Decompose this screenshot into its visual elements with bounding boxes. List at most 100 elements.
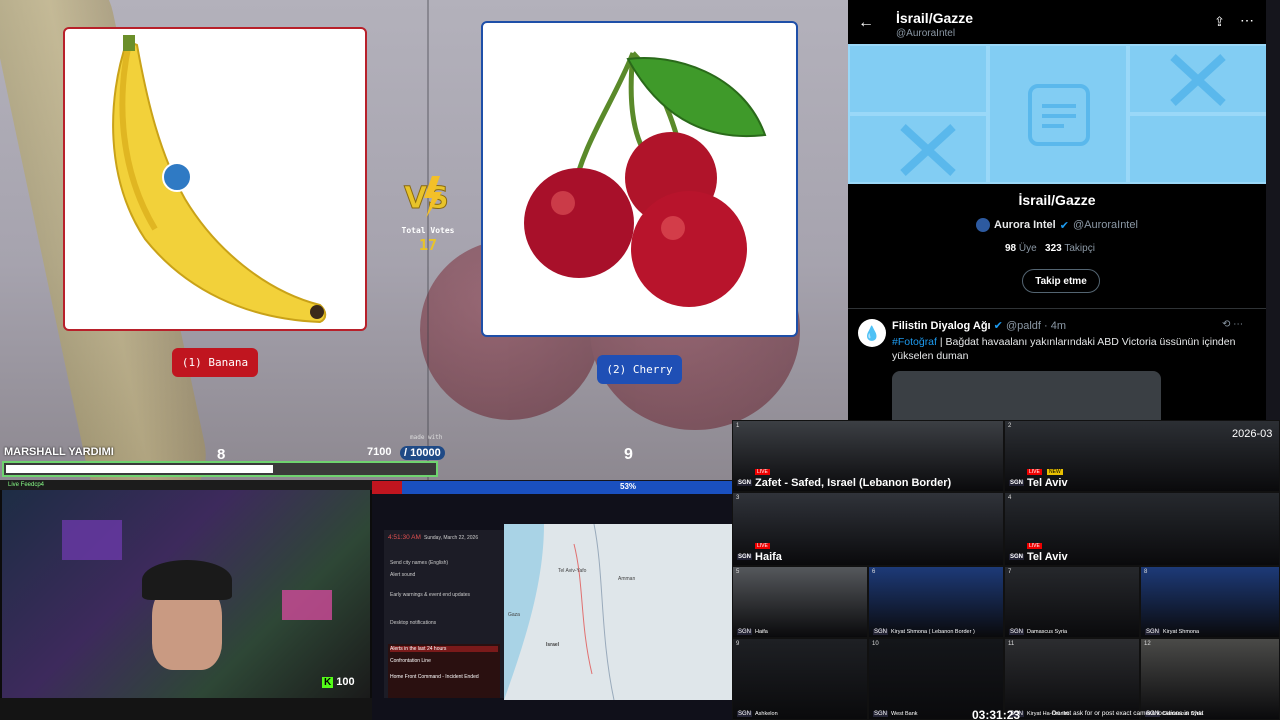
alerts-list: Alerts in the last 24 hours Confrontatio…: [388, 644, 500, 698]
followers-count: 323: [1045, 243, 1062, 254]
alert-map[interactable]: Tel Aviv-Yafo Amman Israel Gaza: [504, 523, 732, 701]
back-arrow-icon[interactable]: ←: [858, 14, 874, 32]
alert-time: 4:51:30 AM: [388, 534, 421, 541]
total-votes-count: 17: [418, 236, 438, 254]
camera-caption: SGN Haifa: [737, 629, 768, 635]
monitor: [282, 590, 332, 620]
banana-image: [112, 35, 327, 324]
camera-cell[interactable]: 7 SGN Damascus Syria: [1004, 566, 1140, 638]
tweet-body: | Bağdat havaalanı yakınlarındaki ABD Vi…: [892, 336, 1236, 362]
camera-number: 3: [736, 495, 740, 501]
members-label: Üye: [1018, 243, 1037, 254]
live-badge: LIVE: [1027, 469, 1042, 475]
camera-location: Haifa: [755, 629, 768, 635]
map-city-label: Gaza: [508, 612, 520, 618]
camera-cell[interactable]: 8 SGN Kiryat Shmona: [1140, 566, 1280, 638]
document-icon: [1028, 84, 1090, 146]
tweet-author-name: Filistin Diyalog Ağı: [892, 320, 991, 332]
setting-desktop-notifications[interactable]: Desktop notifications: [390, 620, 498, 630]
alert-item[interactable]: Home Front Command - Incident Ended: [390, 674, 479, 680]
player-controls[interactable]: [0, 698, 372, 720]
sgn-logo: SGN: [1009, 629, 1025, 635]
camera-grid: 1 SGN Zafet - Safed, Israel (Lebanon Borde…: [732, 420, 1280, 720]
webcam-title: Live Feedcp4: [0, 480, 372, 490]
camera-cell[interactable]: 12 SGN Damascus Syria: [1140, 638, 1280, 720]
camera-location: Haifa: [755, 551, 782, 563]
sgn-logo: SGN: [1009, 480, 1025, 486]
alert-item[interactable]: Confrontation Line: [390, 658, 431, 664]
camera-caption: SGN West Bank: [873, 711, 918, 717]
camera-cell[interactable]: 3 SGN Haifa LIVE: [732, 492, 1004, 566]
vs-text: VS: [404, 181, 449, 216]
members-count: 98: [1005, 243, 1017, 254]
sgn-logo: SGN: [737, 480, 753, 486]
x-logo-icon: [900, 124, 956, 176]
camera-cell[interactable]: 6 SGN Kiryat Shmona ( Lebanon Border ): [868, 566, 1004, 638]
camera-number: 7: [1008, 569, 1012, 575]
sgn-logo: SGN: [1009, 554, 1025, 560]
setting-alert-sound[interactable]: Alert sound: [390, 572, 498, 582]
live-badge: LIVE: [1027, 543, 1042, 549]
list-owner[interactable]: Aurora Intel ✔ @AuroraIntel: [976, 218, 1138, 232]
tweet-author-avatar[interactable]: 💧: [858, 319, 886, 347]
donation-goal: / 10000: [400, 446, 445, 460]
tweet-time: 4m: [1050, 320, 1067, 332]
followers-label: Takipçi: [1064, 243, 1095, 254]
camera-number: 10: [872, 641, 879, 647]
more-icon[interactable]: ⋯: [1240, 12, 1254, 29]
tweet-author-handle: @paldf: [1005, 320, 1041, 332]
headphones: [142, 560, 232, 600]
camera-number: 2: [1008, 423, 1012, 429]
camera-number: 12: [1144, 641, 1151, 647]
tweet-author[interactable]: Filistin Diyalog Ağı ✔ @paldf · 4m: [892, 319, 1066, 332]
share-icon[interactable]: ⇪: [1214, 14, 1225, 30]
vs-icon: VS: [400, 172, 456, 220]
setting-early-warnings[interactable]: Early warnings & event end updates: [390, 592, 498, 602]
tweet-media[interactable]: [892, 371, 1161, 420]
camera-location: Damascus Syria: [1027, 629, 1068, 635]
tweet-more-icon[interactable]: ⟲ ⋯: [1222, 319, 1243, 330]
alert-app-panel: 4:51:30 AM Sunday, March 22, 2026 Send c…: [372, 494, 732, 720]
sgn-logo: SGN: [873, 711, 889, 717]
list-name: İsrail/Gazze: [1018, 192, 1096, 208]
owner-name: Aurora Intel: [994, 219, 1056, 231]
tweet-text: #Fotoğraf | Bağdat havaalanı yakınlarınd…: [892, 335, 1252, 363]
unfollow-button[interactable]: Takip etme: [1022, 269, 1100, 293]
setting-city-names[interactable]: Send city names (English): [390, 560, 498, 570]
camera-caption: SGN Tel Aviv: [1009, 477, 1068, 489]
vote-split-percent: 53%: [620, 482, 637, 491]
option-card-cherry[interactable]: [481, 21, 798, 337]
camera-number: 4: [1008, 495, 1012, 501]
camera-location: Tel Aviv: [1027, 551, 1068, 563]
option-card-banana[interactable]: [63, 27, 367, 331]
camera-caption: SGN Zafet - Safed, Israel (Lebanon Border…: [737, 477, 951, 489]
kick-icon: K: [322, 676, 334, 688]
option-banana-button[interactable]: (1) Banana: [172, 348, 258, 377]
camera-number: 9: [736, 641, 740, 647]
sgn-logo: SGN: [1145, 629, 1161, 635]
camera-caption: SGN Damascus Syria: [1009, 629, 1067, 635]
live-badge: LIVE: [755, 469, 770, 475]
sgn-logo: SGN: [873, 629, 889, 635]
shelf: [62, 520, 122, 560]
camera-cell[interactable]: 4 SGN Tel Aviv LIVE: [1004, 492, 1280, 566]
vote-split-red: [372, 481, 402, 495]
camera-number: 6: [872, 569, 876, 575]
donation-progress-fill: [6, 465, 273, 473]
map-shape: [504, 523, 615, 701]
camera-cell[interactable]: 9 SGN Ashkelon: [732, 638, 868, 720]
made-with-label: made with: [410, 434, 443, 441]
camera-location: West Bank: [891, 711, 918, 717]
sgn-logo: SGN: [737, 629, 753, 635]
map-city-label: Amman: [618, 576, 636, 582]
alert-date: Sunday, March 22, 2026: [424, 535, 479, 541]
camera-number: 1: [736, 423, 740, 429]
new-badge: NEW: [1047, 469, 1063, 475]
camera-cell[interactable]: 5 SGN Haifa: [732, 566, 868, 638]
option-cherry-button[interactable]: (2) Cherry: [597, 355, 682, 384]
camera-cell[interactable]: 1 SGN Zafet - Safed, Israel (Lebanon Borde…: [732, 420, 1004, 492]
camera-cell[interactable]: 11 SGN Kiryat Ha-Oranim: [1004, 638, 1140, 720]
donation-name: MARSHALL YARDIMI: [4, 446, 114, 458]
camera-caption: SGN Haifa: [737, 551, 782, 563]
tweet-hashtag[interactable]: #Fotoğraf: [892, 336, 937, 348]
